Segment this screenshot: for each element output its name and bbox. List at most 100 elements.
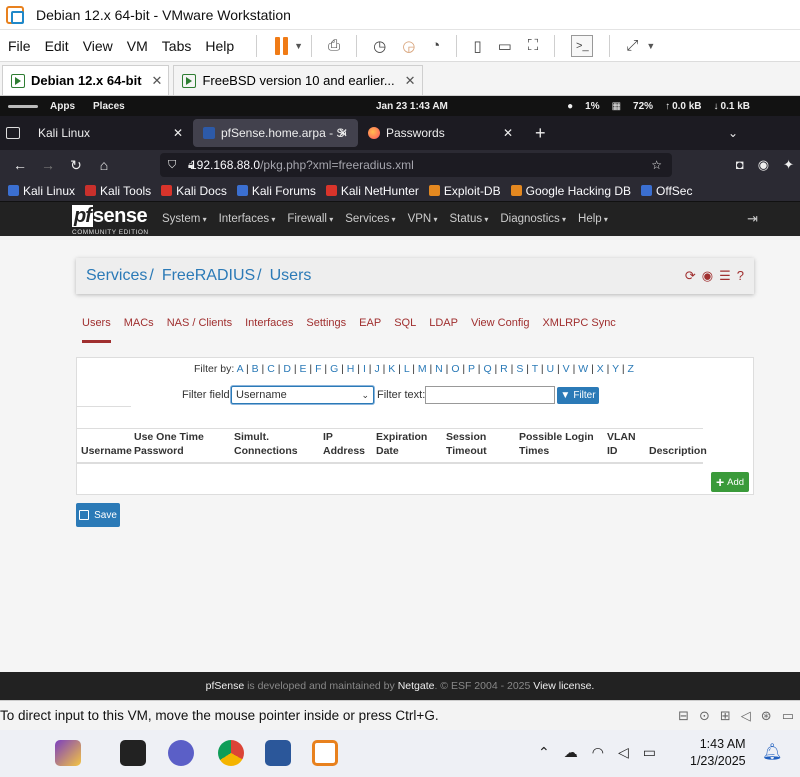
tab-settings[interactable]: Settings: [306, 317, 346, 343]
nav-services[interactable]: Services: [345, 213, 395, 225]
teams-icon[interactable]: [168, 740, 194, 766]
panel-clock[interactable]: Jan 23 1:43 AM: [376, 101, 448, 112]
battery-icon[interactable]: ▭: [643, 744, 656, 761]
forward-arrow-icon[interactable]: →: [40, 157, 56, 173]
letter-link-c[interactable]: C: [267, 363, 275, 375]
menu-view[interactable]: View: [83, 38, 113, 54]
vm-tab-debian[interactable]: Debian 12.x 64-bit ✕: [2, 65, 170, 95]
letter-link-b[interactable]: B: [252, 363, 259, 375]
thumbnail-view-icon[interactable]: ▭: [498, 37, 512, 55]
bookmark-kali-forums[interactable]: Kali Forums: [236, 184, 316, 198]
snapshot-manager-icon[interactable]: ◔: [431, 37, 440, 54]
bookmark-offsec[interactable]: OffSec: [641, 184, 692, 198]
col-description[interactable]: Description: [649, 444, 707, 458]
fit-guest-icon[interactable]: ⛶: [528, 37, 539, 54]
places-menu[interactable]: Places: [93, 101, 125, 112]
nav-diagnostics[interactable]: Diagnostics: [500, 213, 566, 225]
revert-snapshot-icon[interactable]: ◶: [402, 37, 415, 55]
chrome-icon[interactable]: [218, 740, 244, 766]
col-ip[interactable]: IP Address: [323, 430, 365, 458]
letter-link-y[interactable]: Y: [612, 363, 619, 375]
close-icon[interactable]: ✕: [338, 126, 348, 140]
close-icon[interactable]: ✕: [405, 73, 416, 89]
save-button[interactable]: Save: [76, 503, 120, 527]
url-bar[interactable]: ⛉ 🔒︎ 192.168.88.0 /pkg.php?xml=freeradiu…: [160, 153, 672, 177]
hard-disk-icon[interactable]: ⊟: [678, 708, 689, 724]
letter-link-p[interactable]: P: [468, 363, 475, 375]
letter-link-r[interactable]: R: [500, 363, 508, 375]
tab-sql[interactable]: SQL: [394, 317, 416, 343]
browser-tab-pfsense[interactable]: pfSense.home.arpa - Serv ✕: [193, 119, 358, 147]
reload-icon[interactable]: ↻: [68, 157, 84, 174]
nav-status[interactable]: Status: [449, 213, 488, 225]
full-screen-dropdown-icon[interactable]: ▼: [646, 41, 655, 51]
col-otp[interactable]: Use One Time Password: [134, 430, 204, 458]
display-icon[interactable]: ▭: [782, 708, 794, 724]
browser-tab-kali-linux[interactable]: Kali Linux ✕: [28, 119, 193, 147]
shield-icon[interactable]: ⛉: [168, 159, 176, 172]
pfsense-logo[interactable]: pf sense COMMUNITY EDITION: [72, 205, 148, 236]
nav-interfaces[interactable]: Interfaces: [219, 213, 276, 225]
letter-link-e[interactable]: E: [300, 363, 307, 375]
browser-tab-passwords[interactable]: Passwords ✕: [358, 119, 523, 147]
terminal-icon[interactable]: [120, 740, 146, 766]
menu-edit[interactable]: Edit: [45, 38, 69, 54]
console-view-icon[interactable]: >_: [571, 34, 594, 57]
restart-service-icon[interactable]: ⟳: [685, 268, 696, 284]
tab-eap[interactable]: EAP: [359, 317, 381, 343]
bookmark-star-icon[interactable]: ☆: [651, 158, 662, 172]
letter-link-u[interactable]: U: [547, 363, 555, 375]
letter-link-x[interactable]: X: [597, 363, 604, 375]
stop-service-icon[interactable]: ◉: [702, 268, 713, 284]
breadcrumb-services[interactable]: Services: [86, 267, 147, 285]
letter-link-z[interactable]: Z: [628, 363, 634, 375]
bookmark-kali-tools[interactable]: Kali Tools: [85, 184, 151, 198]
tab-interfaces[interactable]: Interfaces: [245, 317, 293, 343]
window-menu-icon[interactable]: [6, 127, 20, 139]
nav-system[interactable]: System: [162, 213, 207, 225]
full-screen-icon[interactable]: ⤢: [626, 37, 638, 54]
tab-nas-clients[interactable]: NAS / Clients: [167, 317, 232, 343]
apps-menu[interactable]: Apps: [50, 101, 75, 112]
breadcrumb-users[interactable]: Users: [270, 267, 312, 285]
cd-drive-icon[interactable]: ⊙: [699, 708, 710, 724]
vmware-icon[interactable]: [312, 740, 338, 766]
col-username[interactable]: Username: [81, 444, 132, 458]
send-ctrl-alt-del-icon[interactable]: ⎙: [328, 37, 340, 54]
workspace-indicator[interactable]: [8, 104, 38, 108]
menu-tabs[interactable]: Tabs: [162, 38, 192, 54]
account-icon[interactable]: ◉: [758, 157, 769, 173]
wifi-icon[interactable]: ◠: [592, 744, 604, 761]
col-simult[interactable]: Simult. Connections: [234, 430, 298, 458]
speaker-icon[interactable]: ◁: [618, 744, 629, 761]
menu-help[interactable]: Help: [205, 38, 234, 54]
onedrive-cloud-icon[interactable]: ☁: [564, 744, 578, 761]
settings-sliders-icon[interactable]: ☰: [719, 268, 731, 284]
home-icon[interactable]: ⌂: [96, 157, 112, 173]
bookmark-ghdb[interactable]: Google Hacking DB: [510, 184, 631, 198]
chevron-up-icon[interactable]: ⌃: [538, 744, 550, 761]
nav-firewall[interactable]: Firewall: [287, 213, 333, 225]
letter-link-d[interactable]: D: [283, 363, 291, 375]
letter-link-m[interactable]: M: [418, 363, 427, 375]
menu-file[interactable]: File: [8, 38, 31, 54]
bookmark-kali-docs[interactable]: Kali Docs: [161, 184, 227, 198]
network-adapter-icon[interactable]: ⊞: [720, 708, 731, 724]
tab-ldap[interactable]: LDAP: [429, 317, 458, 343]
bookmark-kali-nethunter[interactable]: Kali NetHunter: [325, 184, 419, 198]
pocket-icon[interactable]: ◘: [736, 157, 744, 173]
filter-text-input[interactable]: [425, 386, 555, 404]
letter-link-v[interactable]: V: [563, 363, 570, 375]
logout-icon[interactable]: ⇥: [747, 211, 758, 227]
footer-license-link[interactable]: View license.: [533, 680, 594, 692]
col-session-timeout[interactable]: Session Timeout: [446, 430, 487, 458]
chevron-down-icon[interactable]: ⌄: [728, 126, 738, 140]
tab-view-config[interactable]: View Config: [471, 317, 530, 343]
footer-brand[interactable]: pfSense: [206, 680, 245, 692]
breadcrumb-freeradius[interactable]: FreeRADIUS: [162, 267, 255, 285]
vm-tab-freebsd[interactable]: FreeBSD version 10 and earlier... ✕: [173, 65, 423, 95]
clipchamp-icon[interactable]: [55, 740, 81, 766]
notification-bell-icon[interactable]: 🔔︎: [762, 742, 782, 762]
col-vlan[interactable]: VLAN ID: [607, 430, 636, 458]
filter-button[interactable]: ▼ Filter: [557, 386, 599, 404]
